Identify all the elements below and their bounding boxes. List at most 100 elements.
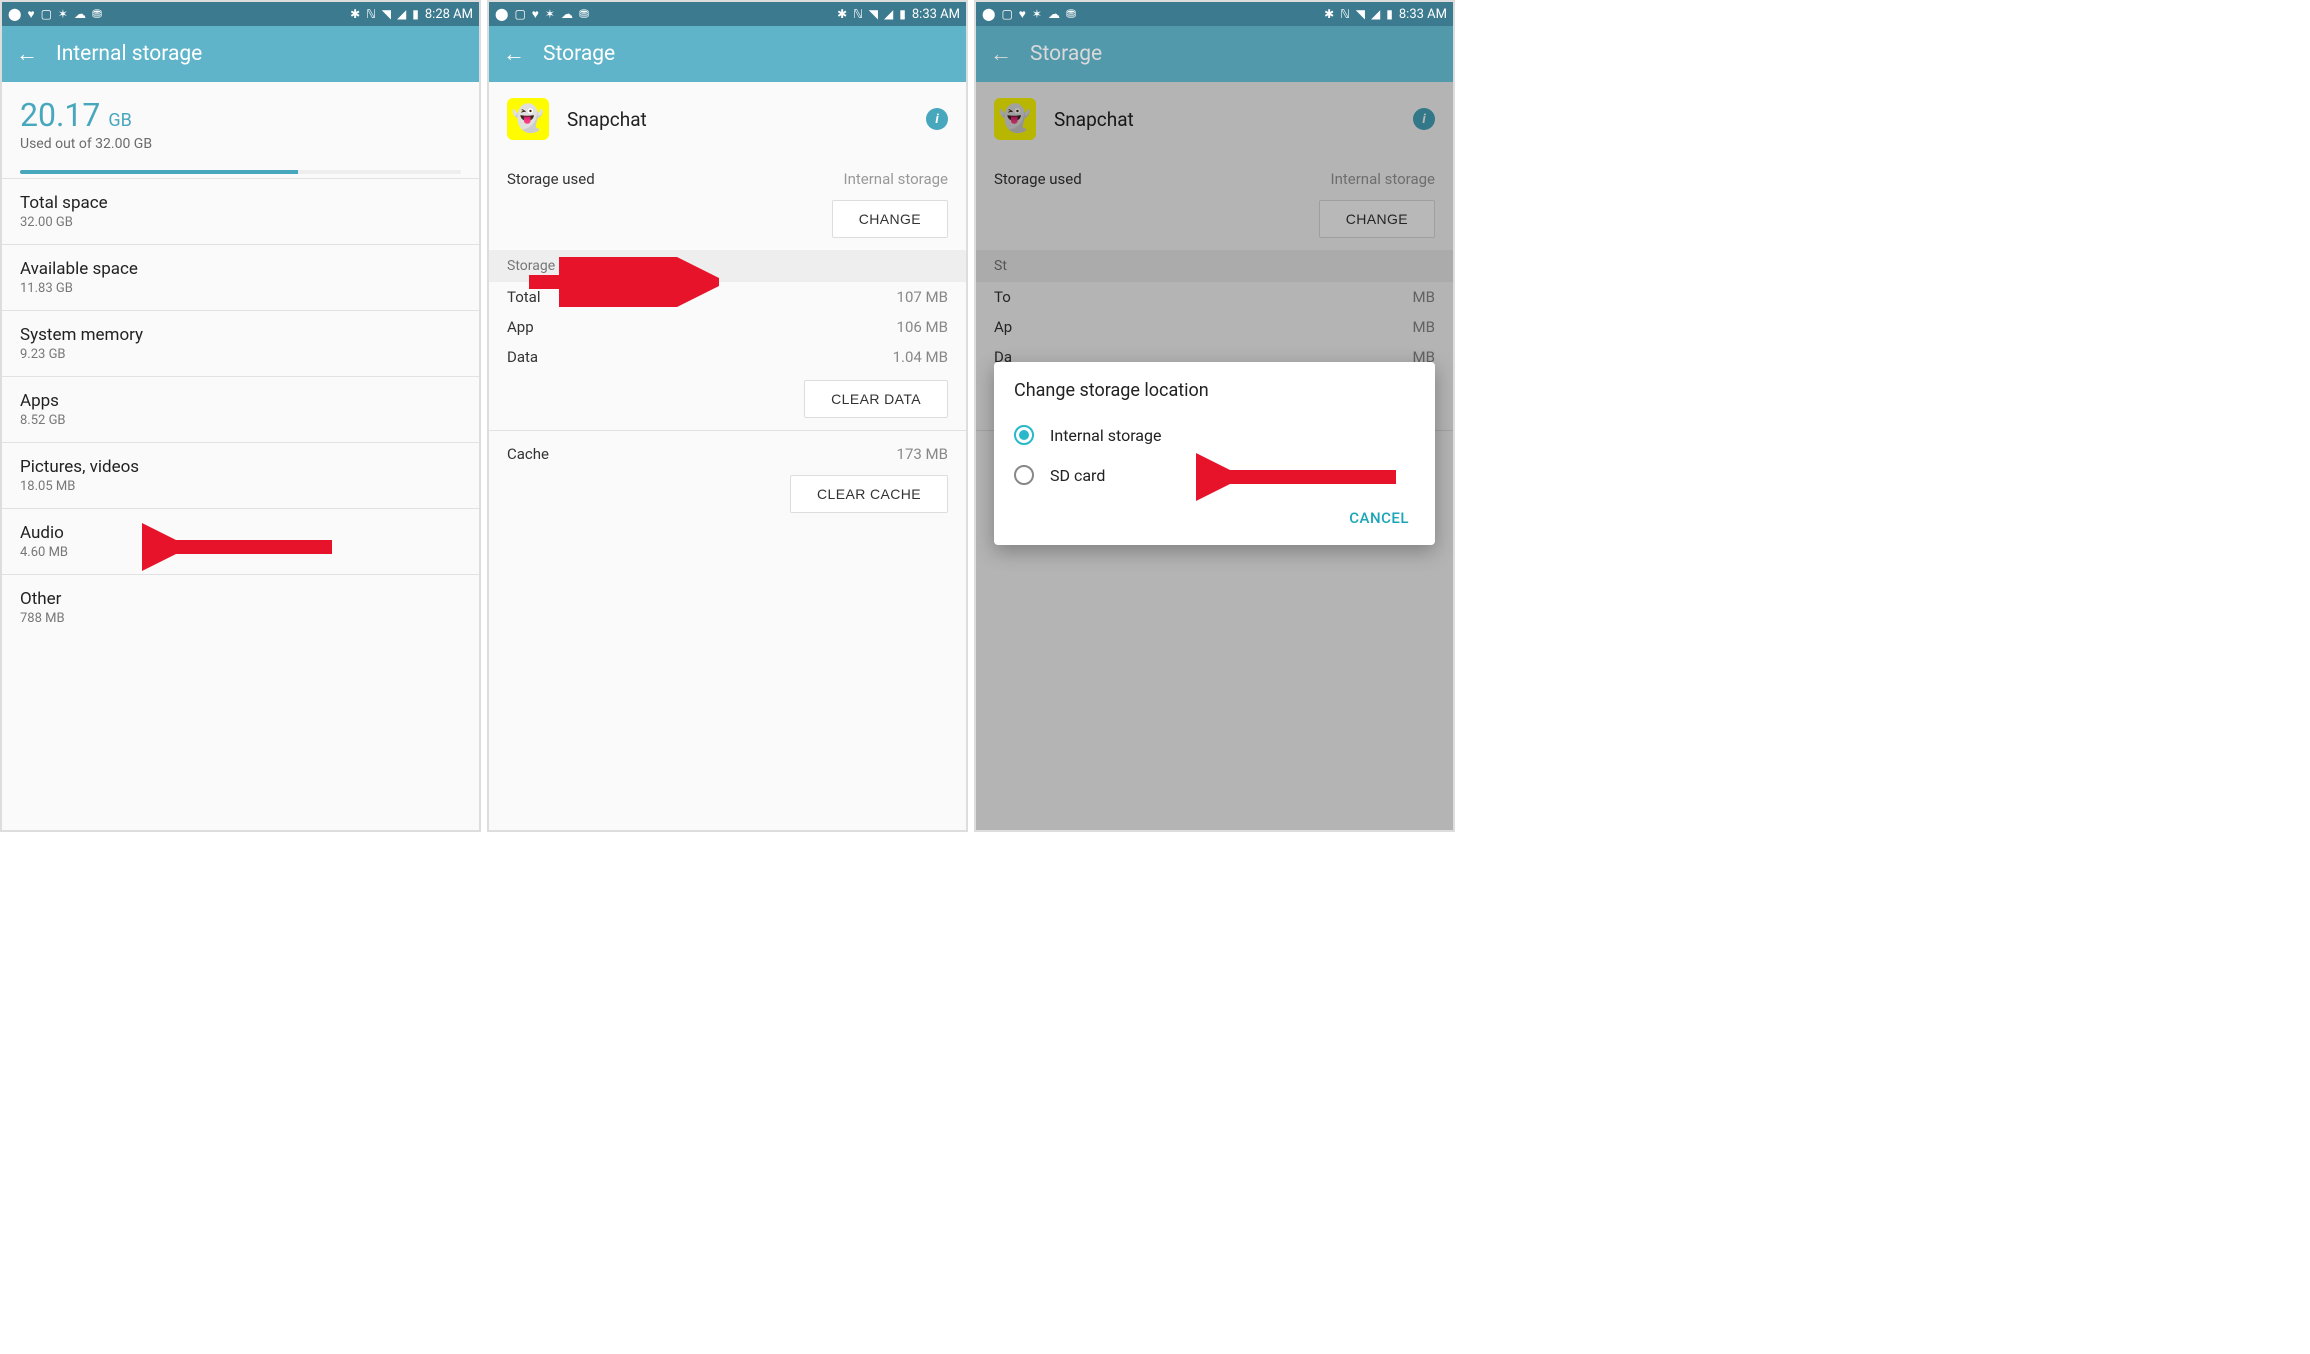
option-label: Internal storage	[1050, 426, 1161, 445]
cancel-button[interactable]: CANCEL	[1343, 501, 1415, 535]
row-cache: Cache 173 MB	[489, 431, 966, 467]
item-label: Total space	[20, 193, 461, 213]
radio-selected-icon	[1014, 425, 1034, 445]
nfc-icon: ℕ	[366, 7, 376, 21]
info-icon[interactable]: i	[926, 108, 948, 130]
section-header-storage: Storage	[489, 250, 966, 282]
back-arrow-icon[interactable]: ←	[503, 41, 525, 67]
option-label: SD card	[1050, 466, 1105, 485]
status-icon: ☁	[561, 7, 573, 21]
status-icon: ⛃	[92, 7, 102, 21]
snapchat-icon: 👻	[507, 98, 549, 140]
row-data: Data 1.04 MB	[489, 342, 966, 372]
nfc-icon: ℕ	[1340, 7, 1350, 21]
status-icon: ✶	[58, 7, 68, 21]
used-unit: GB	[108, 110, 131, 131]
wifi-icon: ◥	[869, 7, 878, 21]
row-app: App 106 MB	[489, 312, 966, 342]
list-item-available-space[interactable]: Available space 11.83 GB	[2, 245, 479, 310]
status-clock: 8:33 AM	[1399, 7, 1447, 22]
radio-unselected-icon	[1014, 465, 1034, 485]
appbar-title: Internal storage	[56, 42, 202, 66]
change-storage-dialog: Change storage location Internal storage…	[994, 362, 1435, 545]
bluetooth-icon: ✱	[1324, 7, 1334, 21]
change-button[interactable]: CHANGE	[832, 200, 948, 238]
used-sub: Used out of 32.00 GB	[20, 136, 461, 152]
app-bar: ← Storage	[489, 26, 966, 82]
status-icon: ☁	[74, 7, 86, 21]
status-clock: 8:28 AM	[425, 7, 473, 22]
status-icon: ⬤	[982, 7, 995, 21]
screen-internal-storage: ⬤ ♥ ▢ ✶ ☁ ⛃ ✱ ℕ ◥ ◢ ▮ 8:28 AM ← Internal…	[0, 0, 481, 832]
appbar-title: Storage	[1030, 42, 1102, 66]
bluetooth-icon: ✱	[837, 7, 847, 21]
option-internal-storage[interactable]: Internal storage	[1014, 415, 1415, 455]
storage-progress	[20, 170, 461, 174]
used-amount: 20.17	[20, 96, 100, 134]
signal-icon: ◢	[1371, 7, 1380, 21]
status-icon: ▢	[41, 7, 52, 21]
list-item-apps[interactable]: Apps 8.52 GB	[2, 377, 479, 442]
status-icon: ⬤	[495, 7, 508, 21]
status-icon: ✶	[1032, 7, 1042, 21]
battery-icon: ▮	[899, 7, 906, 21]
screen-app-storage: ⬤ ▢ ♥ ✶ ☁ ⛃ ✱ ℕ ◥ ◢ ▮ 8:33 AM ← Storage …	[487, 0, 968, 832]
app-bar: ← Internal storage	[2, 26, 479, 82]
signal-icon: ◢	[397, 7, 406, 21]
item-label: Audio	[20, 523, 461, 543]
battery-icon: ▮	[1386, 7, 1393, 21]
list-item-audio[interactable]: Audio 4.60 MB	[2, 509, 479, 574]
item-value: 32.00 GB	[20, 215, 461, 230]
item-label: Pictures, videos	[20, 457, 461, 477]
item-value: 8.52 GB	[20, 413, 461, 428]
status-icon: ▢	[1001, 7, 1012, 21]
status-icon: ♥	[532, 7, 539, 21]
back-arrow-icon[interactable]: ←	[990, 41, 1012, 67]
content: 👻 Snapchat i Storage used Internal stora…	[489, 82, 966, 830]
clear-cache-button[interactable]: CLEAR CACHE	[790, 475, 948, 513]
content: 20.17 GB Used out of 32.00 GB Total spac…	[2, 82, 479, 830]
list-item-other[interactable]: Other 788 MB	[2, 575, 479, 640]
item-value: 18.05 MB	[20, 479, 461, 494]
item-label: Apps	[20, 391, 461, 411]
app-name: Snapchat	[567, 108, 908, 131]
content: 👻 Snapchat i Storage used Internal stora…	[976, 82, 1453, 830]
status-icon: ☁	[1048, 7, 1060, 21]
wifi-icon: ◥	[382, 7, 391, 21]
status-clock: 8:33 AM	[912, 7, 960, 22]
list-item-total-space[interactable]: Total space 32.00 GB	[2, 179, 479, 244]
status-icon: ⛃	[1066, 7, 1076, 21]
screen-storage-dialog: ⬤ ▢ ♥ ✶ ☁ ⛃ ✱ ℕ ◥ ◢ ▮ 8:33 AM ← Storage …	[974, 0, 1455, 832]
list-item-pictures-videos[interactable]: Pictures, videos 18.05 MB	[2, 443, 479, 508]
back-arrow-icon[interactable]: ←	[16, 41, 38, 67]
app-bar: ← Storage	[976, 26, 1453, 82]
status-icon: ♥	[27, 7, 34, 21]
status-bar: ⬤ ▢ ♥ ✶ ☁ ⛃ ✱ ℕ ◥ ◢ ▮ 8:33 AM	[976, 2, 1453, 26]
status-icon: ✶	[545, 7, 555, 21]
row-total: Total 107 MB	[489, 282, 966, 312]
option-sd-card[interactable]: SD card	[1014, 455, 1415, 495]
item-value: 4.60 MB	[20, 545, 461, 560]
wifi-icon: ◥	[1356, 7, 1365, 21]
status-bar: ⬤ ▢ ♥ ✶ ☁ ⛃ ✱ ℕ ◥ ◢ ▮ 8:33 AM	[489, 2, 966, 26]
list-item-system-memory[interactable]: System memory 9.23 GB	[2, 311, 479, 376]
status-icon: ▢	[514, 7, 525, 21]
status-bar: ⬤ ♥ ▢ ✶ ☁ ⛃ ✱ ℕ ◥ ◢ ▮ 8:28 AM	[2, 2, 479, 26]
item-value: 9.23 GB	[20, 347, 461, 362]
status-icon: ♥	[1019, 7, 1026, 21]
clear-data-button[interactable]: CLEAR DATA	[804, 380, 948, 418]
nfc-icon: ℕ	[853, 7, 863, 21]
usage-summary: 20.17 GB Used out of 32.00 GB	[2, 82, 479, 160]
status-icon: ⬤	[8, 7, 21, 21]
item-label: Other	[20, 589, 461, 609]
dialog-title: Change storage location	[1014, 380, 1415, 401]
status-icon: ⛃	[579, 7, 589, 21]
bluetooth-icon: ✱	[350, 7, 360, 21]
storage-used-row: Storage used Internal storage	[489, 156, 966, 192]
storage-used-value: Internal storage	[843, 170, 948, 188]
app-header: 👻 Snapchat i	[489, 82, 966, 156]
item-value: 11.83 GB	[20, 281, 461, 296]
item-value: 788 MB	[20, 611, 461, 626]
signal-icon: ◢	[884, 7, 893, 21]
item-label: System memory	[20, 325, 461, 345]
